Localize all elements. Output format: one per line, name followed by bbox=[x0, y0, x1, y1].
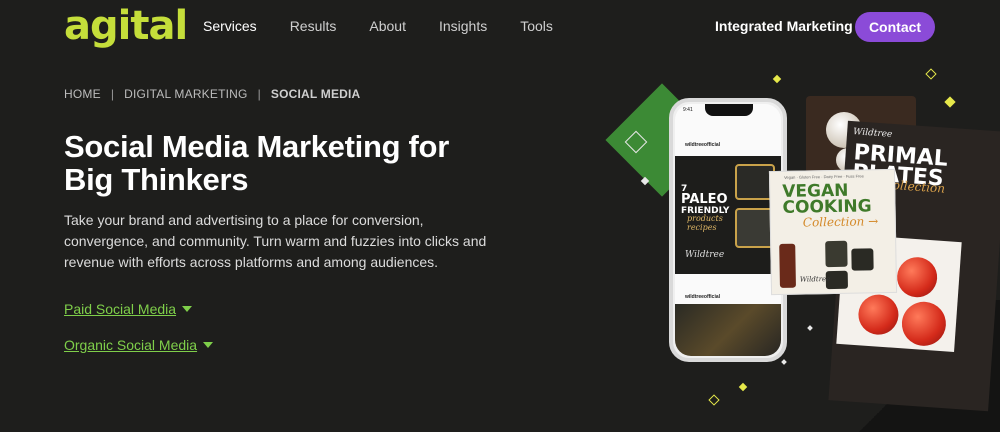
phone-notch bbox=[705, 104, 753, 116]
breadcrumb-separator: | bbox=[110, 87, 115, 101]
breadcrumb-digital-marketing[interactable]: DIGITAL MARKETING bbox=[124, 87, 247, 101]
outline-yellow-diamond bbox=[925, 68, 937, 80]
site-header: agital Services Results About Insights T… bbox=[0, 0, 1000, 52]
diamond-dot bbox=[781, 359, 787, 365]
vegan-cooking-title: VEGAN COOKING bbox=[782, 181, 872, 218]
yellow-diamond bbox=[944, 96, 956, 108]
wildtree-logo: Wildtree bbox=[852, 127, 893, 140]
vegan-subtitle: Collection → bbox=[802, 214, 879, 230]
diamond-dot bbox=[807, 325, 813, 331]
post-title-line-1: PALEO bbox=[681, 192, 728, 207]
breadcrumb-home[interactable]: HOME bbox=[64, 87, 101, 101]
breadcrumb-separator: | bbox=[257, 87, 261, 101]
sauce-bottle bbox=[779, 243, 796, 288]
main-nav: Services Results About Insights Tools bbox=[203, 17, 586, 35]
paid-social-media-link[interactable]: Paid Social Media bbox=[64, 301, 193, 317]
nav-item-services[interactable]: Services bbox=[203, 17, 257, 35]
tomato bbox=[900, 300, 948, 348]
nav-item-results[interactable]: Results bbox=[290, 17, 337, 35]
instagram-handle: wildtreeofficial bbox=[685, 142, 721, 148]
nav-item-about[interactable]: About bbox=[369, 17, 406, 35]
page-description: Take your brand and advertising to a pla… bbox=[64, 212, 487, 270]
breadcrumb-social-media: SOCIAL MEDIA bbox=[270, 87, 361, 101]
contact-button[interactable]: Contact bbox=[855, 12, 935, 42]
post-subtitle-line-1: products bbox=[687, 214, 723, 223]
instagram-post-spices bbox=[675, 304, 781, 356]
phone-time: 9:41 bbox=[683, 107, 693, 113]
post-subtitle: products recipes bbox=[687, 214, 723, 232]
vegan-tagline: Vegan · Gluten Free · Dairy Free · Fuss … bbox=[783, 173, 864, 180]
breadcrumb: HOME | DIGITAL MARKETING | SOCIAL MEDIA bbox=[64, 87, 360, 101]
outline-yellow-diamond bbox=[708, 394, 720, 406]
instagram-handle: wildtreeofficial bbox=[685, 294, 721, 300]
instagram-post-paleo: 7 PALEO FRIENDLY products recipes Wildtr… bbox=[675, 156, 781, 274]
organic-social-media-link[interactable]: Organic Social Media bbox=[64, 337, 214, 353]
hero-image: Wildtree PRIMAL PLATES Collection 9:41 w… bbox=[600, 60, 1000, 432]
yellow-diamond bbox=[738, 382, 748, 392]
agital-logo[interactable]: agital bbox=[64, 4, 188, 48]
caret-down-icon bbox=[182, 306, 193, 312]
post-subtitle-line-2: recipes bbox=[687, 223, 717, 232]
product-jar bbox=[825, 240, 848, 268]
tomato bbox=[895, 255, 939, 299]
nav-item-insights[interactable]: Insights bbox=[439, 17, 487, 35]
wildtree-logo: Wildtree bbox=[799, 275, 831, 284]
paid-social-media-label: Paid Social Media bbox=[64, 301, 177, 317]
page-title: Social Media Marketing for Big Thinkers bbox=[64, 129, 449, 197]
organic-social-media-label: Organic Social Media bbox=[64, 337, 198, 353]
tomato bbox=[857, 293, 900, 336]
vegan-cooking-card: Vegan · Gluten Free · Dairy Free · Fuss … bbox=[768, 168, 898, 296]
nav-item-tools[interactable]: Tools bbox=[520, 17, 553, 35]
vegan-title-line-2: COOKING bbox=[782, 196, 872, 218]
yellow-diamond bbox=[772, 74, 782, 84]
product-jar bbox=[851, 248, 874, 271]
integrated-marketing-link[interactable]: Integrated Marketing bbox=[715, 17, 853, 35]
caret-down-icon bbox=[203, 342, 214, 348]
phone-screen: 9:41 wildtreeofficial 7 PALEO FRIENDLY p… bbox=[675, 104, 781, 356]
paleo-friendly-text: 7 PALEO FRIENDLY bbox=[681, 184, 729, 216]
wildtree-logo: Wildtree bbox=[685, 250, 725, 260]
